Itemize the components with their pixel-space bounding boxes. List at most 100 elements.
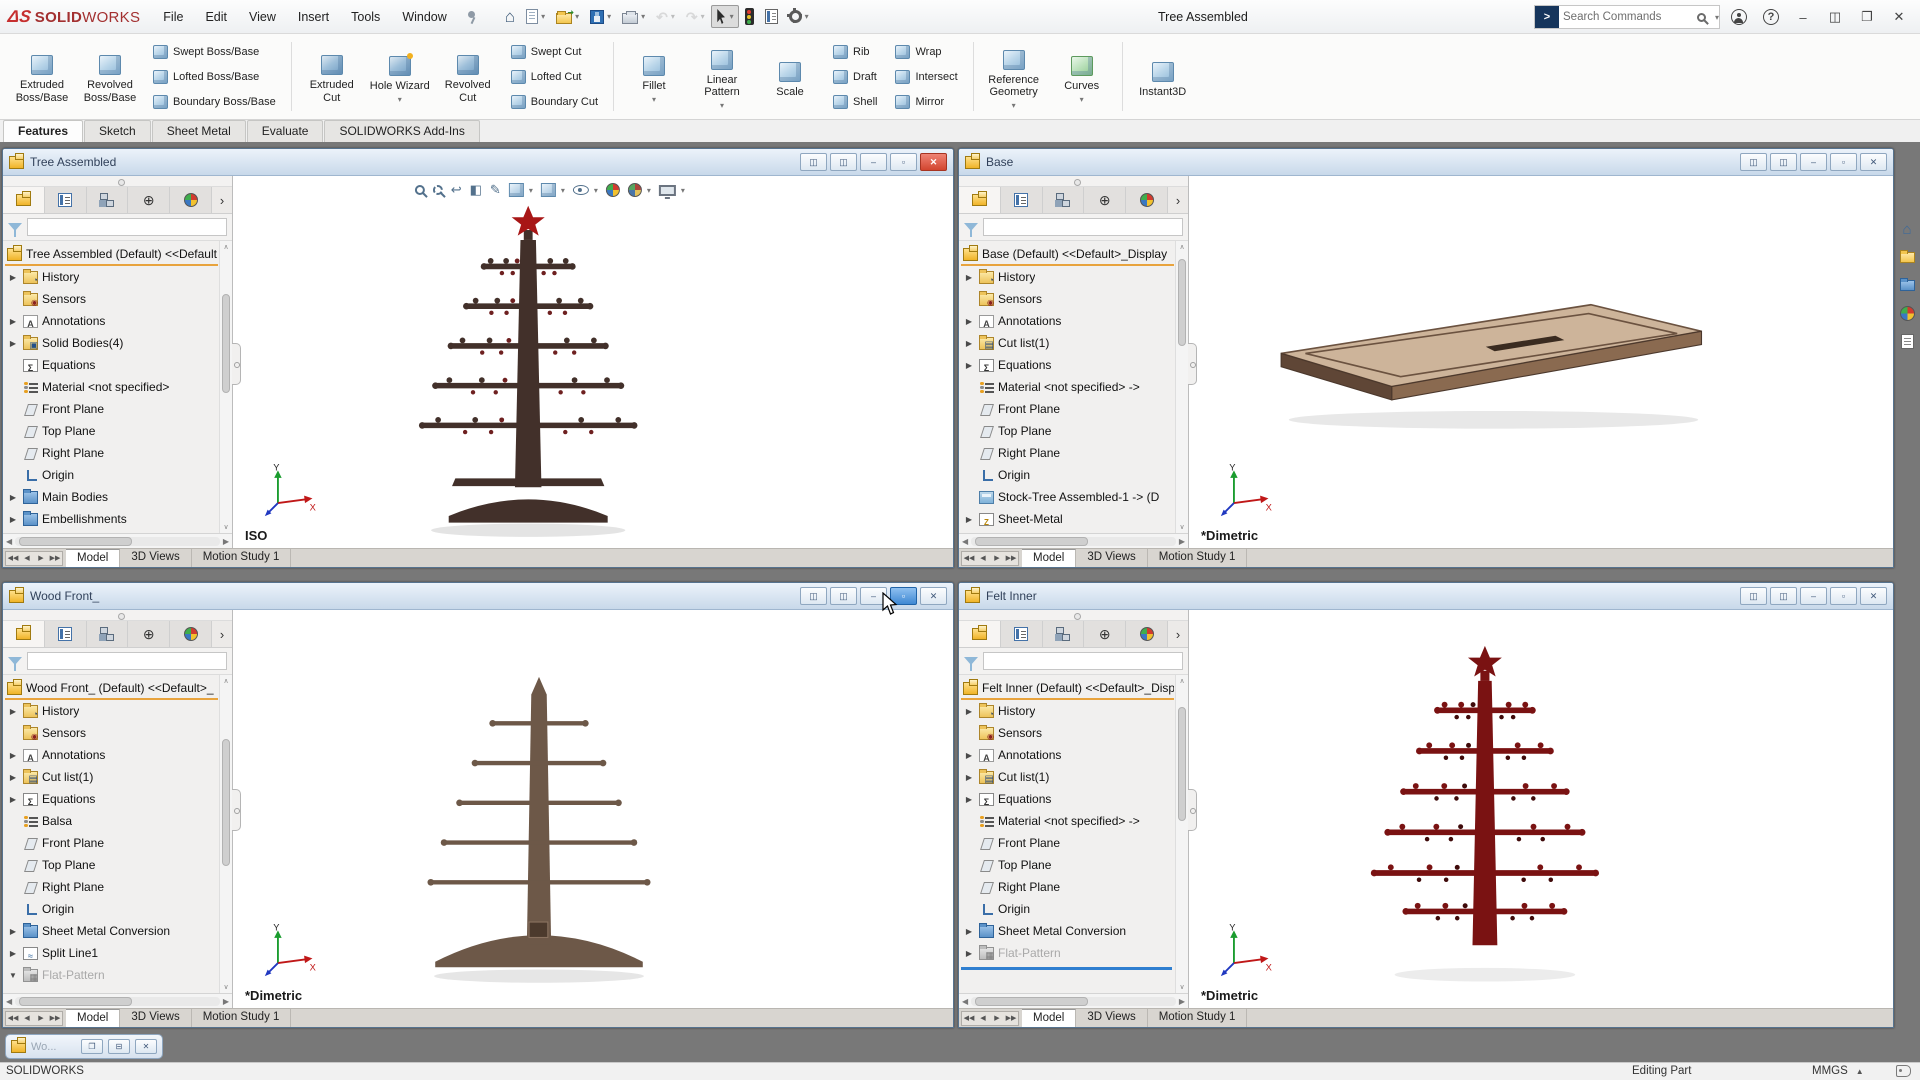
tab-scroll-first-icon[interactable]: ◀◀ [6,554,20,562]
hole-wizard-dropdown-icon[interactable]: ▾ [398,95,402,104]
tree-item-equations[interactable]: ▶Equations [5,788,218,810]
tree-item-sheet-metal[interactable]: ▶Sheet-Metal [961,508,1174,530]
display-style-dropdown-icon[interactable]: ▾ [561,186,565,195]
tab-scroll-last-icon[interactable]: ▶▶ [1004,1014,1018,1022]
tree-item-root[interactable]: Base (Default) <<Default>_Display [961,244,1174,266]
expander-icon[interactable]: ▶ [7,707,19,716]
zoom-to-fit-button[interactable] [415,185,425,195]
tree-item-material-not-specified-[interactable]: Material <not specified> -> [961,376,1174,398]
tree-item-equations[interactable]: ▶Equations [961,788,1174,810]
tree-item-sensors[interactable]: Sensors [961,288,1174,310]
linear-pattern-button[interactable]: Linear Pattern▾ [689,42,755,111]
tree-vertical-scrollbar[interactable]: ∧ ∨ [219,675,232,993]
tile-vertical-window-button[interactable]: ◫ [1770,153,1797,171]
view-settings-button[interactable]: ▾ [659,185,685,196]
swept-cut-button[interactable]: Swept Cut [507,43,602,61]
dynamic-annotation-views-button[interactable]: ✎ [490,183,501,197]
expander-icon[interactable]: ▼ [7,971,19,980]
pane-tab-dimxpertmanager[interactable]: ⊕ [128,187,170,213]
display-style-button[interactable]: ▾ [541,183,565,197]
tile-horizontal-window-button[interactable]: ◫ [1740,153,1767,171]
tree-item-cut-list-1-[interactable]: ▶Cut list(1) [961,766,1174,788]
close-window-button[interactable]: ✕ [1860,587,1887,605]
pane-tab-configurationmanager[interactable] [87,187,129,213]
tree-item-history[interactable]: ▶History [5,266,218,288]
taskpane-custom-properties[interactable] [1898,332,1916,350]
tree-horizontal-scrollbar[interactable]: ◀ ▶ [3,993,232,1008]
view-settings-dropdown-icon[interactable]: ▾ [681,186,685,195]
revolved-cut-button[interactable]: Revolved Cut [435,47,501,105]
pane-tab-featuremanager[interactable] [959,187,1001,213]
doc-tab-motion-study-1[interactable]: Motion Study 1 [1148,1009,1248,1028]
tab-scroll-first-icon[interactable]: ◀◀ [962,554,976,562]
tab-scroll-prev-icon[interactable]: ◀ [20,1014,34,1022]
tree-item-equations[interactable]: Equations [5,354,218,376]
panel-splitter-handle[interactable] [3,610,232,621]
filter-input[interactable] [27,218,227,236]
menu-edit[interactable]: Edit [194,0,238,34]
doc-tab-motion-study-1[interactable]: Motion Study 1 [192,549,292,568]
tree-vertical-scrollbar[interactable]: ∧ ∨ [1175,675,1188,993]
filter-input[interactable] [27,652,227,670]
close-window-button[interactable]: ✕ [1860,153,1887,171]
doc-tab-model[interactable]: Model [1022,1009,1076,1028]
filter-input[interactable] [983,218,1183,236]
pane-tab-displaymanager[interactable] [170,187,212,213]
taskpane-appearances-scenes[interactable] [1898,304,1916,322]
expander-icon[interactable]: ▶ [7,493,19,502]
tree-item-root[interactable]: Wood Front_ (Default) <<Default>_ [5,678,218,700]
pane-tab-displaymanager[interactable] [170,621,212,647]
scroll-up-icon[interactable]: ∧ [220,243,232,251]
scroll-right-icon[interactable]: ▶ [1179,537,1185,546]
reference-geometry-dropdown-icon[interactable]: ▾ [1012,101,1016,110]
expander-icon[interactable]: ▶ [963,949,975,958]
graphics-viewport-wood-front[interactable]: Y X *Dimetric [233,610,953,1008]
open-button[interactable]: ▾ [551,6,584,28]
pin-icon[interactable] [466,9,478,25]
user-account-button[interactable] [1726,4,1752,30]
tab-scroll-last-icon[interactable]: ▶▶ [48,554,62,562]
tree-item-sensors[interactable]: Sensors [961,722,1174,744]
expander-icon[interactable]: ▶ [7,515,19,524]
tile-horizontal-window-button[interactable]: ◫ [800,587,827,605]
linear-pattern-dropdown-icon[interactable]: ▾ [720,101,724,110]
fillet-dropdown-icon[interactable]: ▾ [652,95,656,104]
scroll-up-icon[interactable]: ∧ [220,677,232,685]
tab-features[interactable]: Features [3,120,83,142]
tree-item-top-plane[interactable]: Top Plane [961,420,1174,442]
extruded-cut-button[interactable]: Extruded Cut [299,47,365,105]
tree-item-stock-tree-assembled-1-d[interactable]: Stock-Tree Assembled-1 -> (D [961,486,1174,508]
shell-button[interactable]: Shell [829,93,881,111]
tree-item-top-plane[interactable]: Top Plane [961,854,1174,876]
wrap-button[interactable]: Wrap [891,43,961,61]
hole-wizard-button[interactable]: Hole Wizard▾ [367,48,433,105]
fillet-button[interactable]: Fillet▾ [621,48,687,105]
hide-show-items-button[interactable]: ▾ [573,185,598,195]
mirror-button[interactable]: Mirror [891,93,961,111]
scrollbar-thumb[interactable] [975,997,1088,1006]
close-app-button[interactable]: ✕ [1886,4,1912,30]
edit-appearance-button[interactable] [606,183,620,197]
scroll-left-icon[interactable]: ◀ [6,997,12,1006]
pane-tabs-expand-icon[interactable]: › [212,621,232,647]
expander-icon[interactable]: ▶ [7,927,19,936]
minimize-app-button[interactable]: – [1790,4,1816,30]
tree-item-annotations[interactable]: ▶Annotations [5,744,218,766]
expander-icon[interactable]: ▶ [7,751,19,760]
tree-item-origin[interactable]: Origin [5,464,218,486]
close-window-button[interactable]: ✕ [920,587,947,605]
tree-item-embellishments[interactable]: ▶Embellishments [5,508,218,530]
instant3d-button[interactable]: Instant3D [1130,54,1196,100]
rib-button[interactable]: Rib [829,43,881,61]
tree-item-front-plane[interactable]: Front Plane [5,398,218,420]
expander-icon[interactable]: ▶ [7,273,19,282]
tab-scroll-next-icon[interactable]: ▶ [34,554,48,562]
taskpane-solidworks-resources[interactable]: ⌂ [1898,220,1916,238]
scrollbar-thumb[interactable] [1178,259,1186,347]
curves-dropdown-icon[interactable]: ▾ [1080,95,1084,104]
tree-item-front-plane[interactable]: Front Plane [5,832,218,854]
section-view-button[interactable]: ◧ [470,183,482,197]
pane-tab-dimxpertmanager[interactable]: ⊕ [128,621,170,647]
lofted-boss-base-button[interactable]: Lofted Boss/Base [149,68,280,86]
scroll-down-icon[interactable]: ∨ [220,523,232,531]
